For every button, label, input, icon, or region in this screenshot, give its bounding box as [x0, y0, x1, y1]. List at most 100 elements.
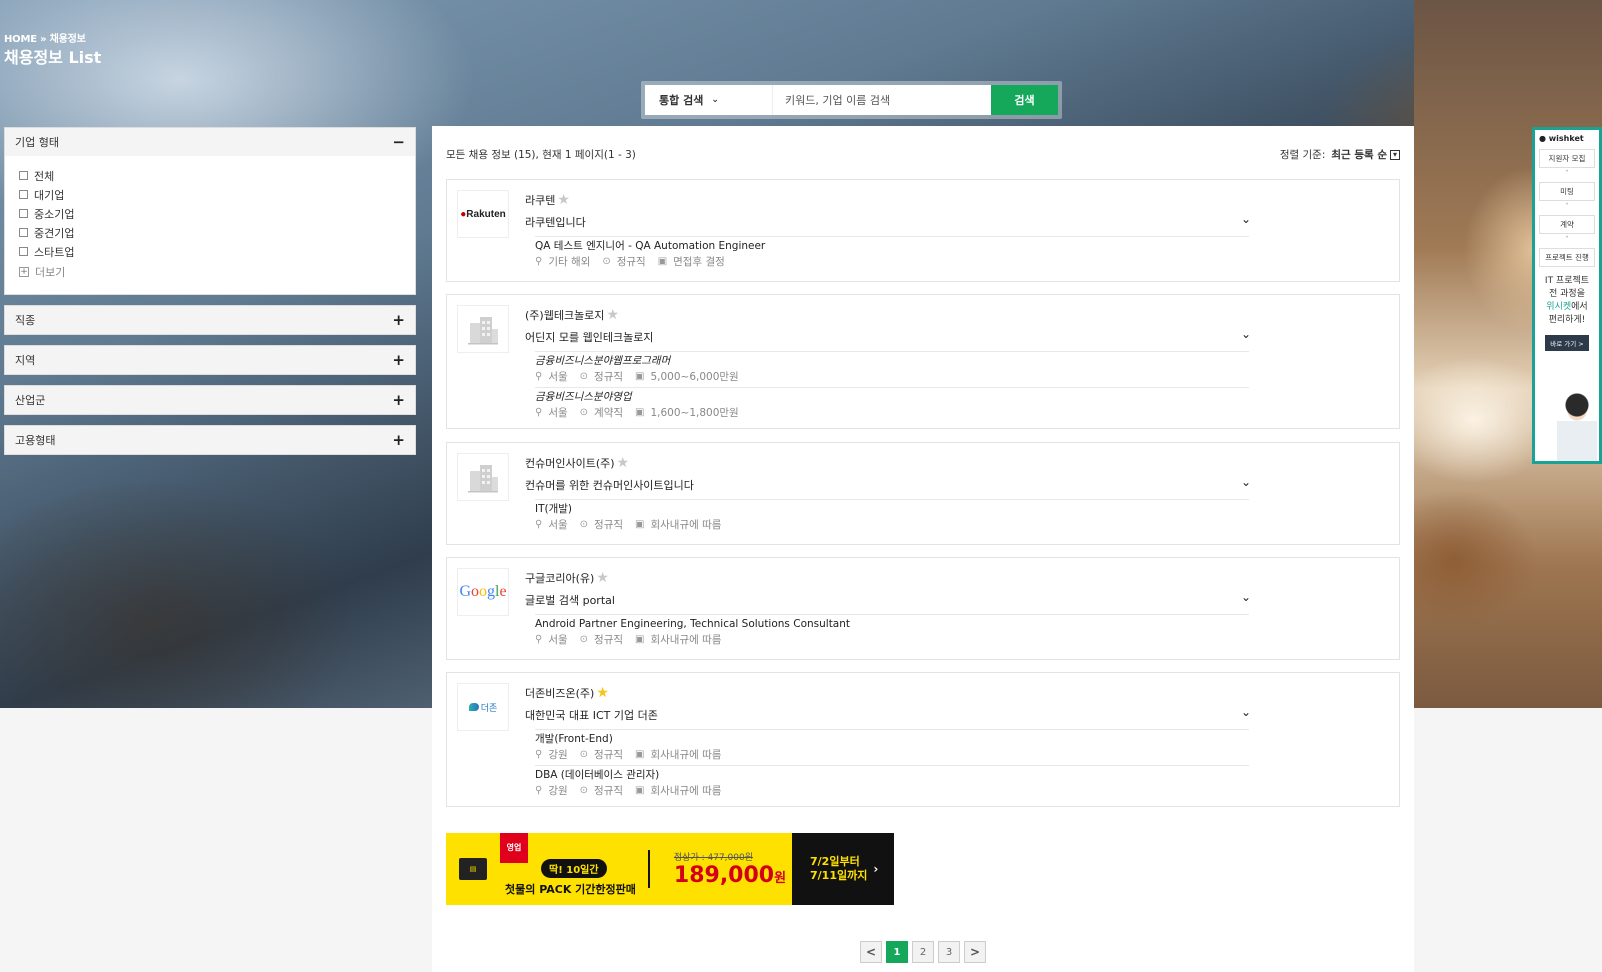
- next-page-button[interactable]: >: [964, 941, 986, 963]
- filter-header[interactable]: 직종 +: [5, 306, 415, 334]
- company-logo[interactable]: ●Rakuten: [457, 190, 509, 238]
- company-name[interactable]: 컨슈머인사이트(주) ★: [525, 455, 629, 471]
- checkbox[interactable]: [19, 247, 28, 256]
- collapse-icon[interactable]: −: [392, 133, 405, 151]
- position-item[interactable]: IT(개발) ⚲ 서울 ⊙ 정규직 ▣ 회사내규에 따름: [535, 499, 1249, 533]
- money-icon: ▣: [635, 749, 645, 760]
- company-name[interactable]: 라쿠텐 ★: [525, 192, 570, 208]
- banner-period[interactable]: 7/2일부터 7/11일까지 ›: [792, 833, 894, 905]
- promo-banner[interactable]: ▤ 영업 딱! 10일간 첫물의 PACK 기간한정판매 정상가 : 477,0…: [446, 833, 894, 905]
- checkbox[interactable]: [19, 209, 28, 218]
- breadcrumb[interactable]: HOME » 채용정보: [4, 30, 86, 45]
- expand-icon[interactable]: +: [392, 431, 405, 449]
- chevron-down-icon[interactable]: ⌄: [1241, 327, 1251, 341]
- page-3-button[interactable]: 3: [938, 941, 960, 963]
- position-item[interactable]: QA 테스트 엔지니어 - QA Automation Engineer ⚲ 기타…: [535, 236, 1249, 270]
- checkbox[interactable]: [19, 171, 28, 180]
- checkbox[interactable]: [19, 228, 28, 237]
- sort-value[interactable]: 최근 등록 순: [1331, 147, 1387, 162]
- favorite-star-icon[interactable]: ★: [557, 193, 570, 207]
- sort-control[interactable]: 정렬 기준: 최근 등록 순 ▾: [1280, 147, 1400, 162]
- position-title[interactable]: Android Partner Engineering, Technical S…: [535, 617, 1249, 632]
- chevron-down-icon[interactable]: ⌄: [1241, 590, 1251, 604]
- position-type: 정규직: [594, 634, 624, 646]
- position-title[interactable]: 금융비즈니스분야웹프로그래머: [535, 354, 1249, 369]
- step-dot: •: [1565, 168, 1569, 175]
- chevron-down-icon: ⌄: [711, 95, 719, 105]
- filter-option[interactable]: 스타트업: [19, 242, 401, 261]
- job-card[interactable]: Google 구글코리아(유) ★ 글로벌 검색 portal ⌄ Android…: [446, 557, 1400, 660]
- page-title: 채용정보 List: [4, 48, 102, 67]
- search-input[interactable]: [773, 85, 991, 115]
- position-title[interactable]: DBA (데이터베이스 관리자): [535, 768, 1249, 783]
- sort-toggle-icon[interactable]: ▾: [1390, 149, 1400, 160]
- search-bar: 통합 검색 ⌄ 검색: [641, 81, 1062, 119]
- checkbox[interactable]: [19, 190, 28, 199]
- chevron-down-icon[interactable]: ⌄: [1241, 475, 1251, 489]
- google-logo-icon: Google: [459, 583, 507, 600]
- position-item[interactable]: 금융비즈니스분야영업 ⚲ 서울 ⊙ 계약직 ▣ 1,600~1,800만원: [535, 387, 1249, 421]
- filter-header[interactable]: 지역 +: [5, 346, 415, 374]
- expand-icon[interactable]: +: [392, 311, 405, 329]
- position-title[interactable]: IT(개발): [535, 502, 1249, 517]
- job-card[interactable]: (주)웹테크놀로지 ★ 어딘지 모를 웹인테크놀로지 ⌄ 금융비즈니스분야웹프로그…: [446, 294, 1400, 429]
- company-name[interactable]: (주)웹테크놀로지 ★: [525, 307, 619, 323]
- position-type: 정규직: [616, 256, 646, 268]
- location-pin-icon: ⚲: [535, 749, 543, 760]
- clock-icon: ⊙: [579, 519, 589, 530]
- book-icon: ▤: [459, 858, 487, 880]
- company-name[interactable]: 더존비즈온(주) ★: [525, 685, 609, 701]
- position-item[interactable]: Android Partner Engineering, Technical S…: [535, 614, 1249, 648]
- job-card[interactable]: 컨슈머인사이트(주) ★ 컨슈머를 위한 컨슈머인사이트입니다 ⌄ IT(개발) …: [446, 442, 1400, 545]
- ad-cta-button[interactable]: 바로 가기 >: [1545, 335, 1589, 351]
- location-pin-icon: ⚲: [535, 371, 543, 382]
- company-description: 대한민국 대표 ICT 기업 더존: [525, 709, 658, 722]
- side-ad[interactable]: ● wishket 지원자 모집 • 미팅 • 계약 • 프로젝트 진행 IT …: [1532, 127, 1602, 464]
- company-description: 어딘지 모를 웹인테크놀로지: [525, 331, 654, 344]
- filter-title: 직종: [15, 314, 36, 327]
- rakuten-logo-icon: ●Rakuten: [460, 208, 506, 220]
- search-scope-select[interactable]: 통합 검색 ⌄: [645, 85, 773, 115]
- banner-pack: 첫물의 PACK 기간한정판매: [505, 883, 636, 896]
- search-scope-label: 통합 검색: [659, 94, 704, 107]
- page-2-button[interactable]: 2: [912, 941, 934, 963]
- filter-job-category: 직종 +: [4, 305, 416, 335]
- favorite-star-icon[interactable]: ★: [617, 456, 630, 470]
- chevron-down-icon[interactable]: ⌄: [1241, 705, 1251, 719]
- prev-page-button[interactable]: <: [860, 941, 882, 963]
- position-title[interactable]: QA 테스트 엔지니어 - QA Automation Engineer: [535, 239, 1249, 254]
- job-card[interactable]: 더존 더존비즈온(주) ★ 대한민국 대표 ICT 기업 더존 ⌄ 개발(Fron…: [446, 672, 1400, 807]
- expand-icon[interactable]: +: [392, 391, 405, 409]
- filter-option[interactable]: 중소기업: [19, 204, 401, 223]
- company-logo[interactable]: [457, 305, 509, 353]
- search-button[interactable]: 검색: [991, 85, 1058, 115]
- position-title[interactable]: 개발(Front-End): [535, 732, 1249, 747]
- plus-box-icon: +: [19, 267, 29, 277]
- position-location: 서울: [548, 407, 568, 419]
- filter-option[interactable]: 대기업: [19, 185, 401, 204]
- expand-icon[interactable]: +: [392, 351, 405, 369]
- favorite-star-icon[interactable]: ★: [596, 686, 609, 700]
- job-card[interactable]: ●Rakuten 라쿠텐 ★ 라쿠텐입니다 ⌄ QA 테스트 엔지니어 - QA …: [446, 179, 1400, 282]
- favorite-star-icon[interactable]: ★: [606, 308, 619, 322]
- company-logo[interactable]: [457, 453, 509, 501]
- filter-option[interactable]: 중견기업: [19, 223, 401, 242]
- position-item[interactable]: DBA (데이터베이스 관리자) ⚲ 강원 ⊙ 정규직 ▣ 회사내규에 따름: [535, 765, 1249, 799]
- filter-header[interactable]: 산업군 +: [5, 386, 415, 414]
- filter-header[interactable]: 고용형태 +: [5, 426, 415, 454]
- page-1-button[interactable]: 1: [886, 941, 908, 963]
- favorite-star-icon[interactable]: ★: [596, 571, 609, 585]
- chevron-down-icon[interactable]: ⌄: [1241, 212, 1251, 226]
- position-item[interactable]: 금융비즈니스분야웹프로그래머 ⚲ 서울 ⊙ 정규직 ▣ 5,000~6,000만원: [535, 351, 1249, 385]
- position-title[interactable]: 금융비즈니스분야영업: [535, 390, 1249, 405]
- company-description: 컨슈머를 위한 컨슈머인사이트입니다: [525, 479, 694, 492]
- company-logo[interactable]: Google: [457, 568, 509, 616]
- banner-divider: [647, 850, 650, 888]
- position-item[interactable]: 개발(Front-End) ⚲ 강원 ⊙ 정규직 ▣ 회사내규에 따름: [535, 729, 1249, 763]
- banner-ribbon: 영업: [500, 833, 528, 863]
- company-logo[interactable]: 더존: [457, 683, 509, 731]
- filter-option[interactable]: 전체: [19, 166, 401, 185]
- more-options-link[interactable]: + 더보기: [19, 264, 401, 280]
- filter-header[interactable]: 기업 형태 −: [5, 128, 415, 156]
- company-name[interactable]: 구글코리아(유) ★: [525, 570, 609, 586]
